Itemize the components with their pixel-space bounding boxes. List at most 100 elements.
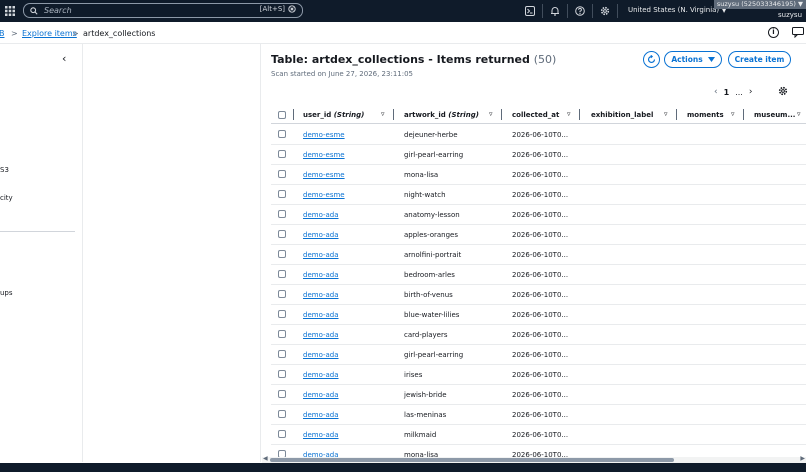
sort-icon[interactable]: ▿ [489,110,493,118]
row-checkbox[interactable] [278,390,286,398]
scroll-right-icon[interactable]: ▶ [800,455,805,462]
sidebar-item-s3[interactable]: S3 [0,166,9,174]
region-selector[interactable]: United States (N. Virginia) ▼ [628,6,727,14]
row-checkbox[interactable] [278,430,286,438]
artwork-id-cell: night-watch [404,191,446,199]
user-id-link[interactable]: demo-ada [303,271,339,279]
user-id-link[interactable]: demo-ada [303,411,339,419]
table-row[interactable]: demo-esme night-watch 2026-06-10T0... [271,185,806,205]
table-row[interactable]: demo-ada apples-oranges 2026-06-10T0... [271,225,806,245]
sort-icon[interactable]: ▿ [381,110,385,118]
column-header-exhibition-label[interactable]: exhibition_label [591,111,653,119]
column-divider[interactable] [501,109,502,120]
row-checkbox[interactable] [278,170,286,178]
create-item-button[interactable]: Create item [728,51,791,68]
column-header-moments[interactable]: moments [687,111,724,119]
row-checkbox[interactable] [278,230,286,238]
column-header-artwork-id[interactable]: artwork_id (String) [404,111,479,119]
collapse-nav-icon[interactable]: ‹ [62,52,66,65]
user-id-link[interactable]: demo-esme [303,131,345,139]
gear-icon[interactable] [598,4,612,18]
column-divider[interactable] [579,109,580,120]
services-grid-icon[interactable] [0,0,20,22]
table-row[interactable]: demo-ada irises 2026-06-10T0... [271,365,806,385]
column-divider[interactable] [743,109,744,120]
row-checkbox[interactable] [278,290,286,298]
table-row[interactable]: demo-esme dejeuner-herbe 2026-06-10T0... [271,125,806,145]
table-row[interactable]: demo-ada bedroom-arles 2026-06-10T0... [271,265,806,285]
row-checkbox[interactable] [278,350,286,358]
row-checkbox[interactable] [278,270,286,278]
user-id-link[interactable]: demo-esme [303,151,345,159]
user-id-link[interactable]: demo-ada [303,391,339,399]
chevron-right-icon: > [72,29,79,38]
collected-at-cell: 2026-06-10T0... [512,251,569,259]
sidebar-item-groups[interactable]: ups [0,289,13,297]
table-row[interactable]: demo-ada card-players 2026-06-10T0... [271,325,806,345]
column-header-collected-at[interactable]: collected_at [512,111,559,119]
table-row[interactable]: demo-ada las-meninas 2026-06-10T0... [271,405,806,425]
row-checkbox[interactable] [278,210,286,218]
next-page-icon[interactable]: › [749,87,753,97]
sort-icon[interactable]: ▿ [664,110,668,118]
user-id-link[interactable]: demo-esme [303,191,345,199]
bell-icon[interactable] [548,4,562,18]
clear-icon[interactable] [288,5,296,13]
row-checkbox[interactable] [278,370,286,378]
table-row[interactable]: demo-ada arnolfini-portrait 2026-06-10T0..… [271,245,806,265]
artwork-id-cell: girl-pearl-earring [404,151,464,159]
user-id-link[interactable]: demo-ada [303,211,339,219]
user-id-link[interactable]: demo-ada [303,291,339,299]
column-header-museum[interactable]: museum... [754,111,795,119]
user-id-link[interactable]: demo-esme [303,171,345,179]
row-checkbox[interactable] [278,250,286,258]
user-id-link[interactable]: demo-ada [303,431,339,439]
sort-icon[interactable]: ▿ [567,110,571,118]
column-divider[interactable] [393,109,394,120]
row-checkbox[interactable] [278,310,286,318]
table-row[interactable]: demo-ada blue-water-lilies 2026-06-10T0... [271,305,806,325]
collected-at-cell: 2026-06-10T0... [512,271,569,279]
sort-icon[interactable]: ▿ [731,110,735,118]
user-id-link[interactable]: demo-ada [303,351,339,359]
select-all-checkbox[interactable] [278,111,286,119]
row-checkbox[interactable] [278,410,286,418]
account-menu[interactable]: suzysu (525033346195) ▼ suzysu [713,0,806,22]
row-checkbox[interactable] [278,190,286,198]
table-row[interactable]: demo-esme girl-pearl-earring 2026-06-10T0.… [271,145,806,165]
row-checkbox[interactable] [278,330,286,338]
column-divider[interactable] [676,109,677,120]
table-row[interactable]: demo-ada girl-pearl-earring 2026-06-10T0..… [271,345,806,365]
scan-query-panel [84,44,261,462]
table-row[interactable]: demo-ada milkmaid 2026-06-10T0... [271,425,806,445]
scrollbar-thumb[interactable] [270,458,674,462]
breadcrumb-root[interactable]: B [0,29,5,38]
info-icon[interactable]: i [768,27,779,38]
column-header-user-id[interactable]: user_id (String) [303,111,364,119]
user-id-link[interactable]: demo-ada [303,311,339,319]
table-row[interactable]: demo-ada anatomy-lesson 2026-06-10T0... [271,205,806,225]
user-id-link[interactable]: demo-ada [303,251,339,259]
user-id-link[interactable]: demo-ada [303,371,339,379]
scroll-left-icon[interactable]: ◀ [263,455,268,462]
user-id-link[interactable]: demo-ada [303,331,339,339]
user-id-link[interactable]: demo-ada [303,231,339,239]
cloudshell-icon[interactable] [523,4,537,18]
actions-button[interactable]: Actions [664,51,722,68]
refresh-button[interactable] [643,51,660,68]
table-settings-icon[interactable] [778,86,788,98]
sidebar-item-city[interactable]: city [0,194,13,202]
help-icon[interactable] [573,4,587,18]
breadcrumb-explore-items[interactable]: Explore items [22,29,77,38]
feedback-icon[interactable] [792,27,804,40]
previous-page-icon[interactable]: ‹ [714,87,718,97]
table-row[interactable]: demo-ada jewish-bride 2026-06-10T0... [271,385,806,405]
page-number[interactable]: 1 [724,88,730,97]
collected-at-cell: 2026-06-10T0... [512,231,569,239]
search-input[interactable]: Search [Alt+S] [23,3,303,18]
table-row[interactable]: demo-ada birth-of-venus 2026-06-10T0... [271,285,806,305]
row-checkbox[interactable] [278,150,286,158]
row-checkbox[interactable] [278,130,286,138]
sort-icon[interactable]: ▿ [797,110,801,118]
table-row[interactable]: demo-esme mona-lisa 2026-06-10T0... [271,165,806,185]
